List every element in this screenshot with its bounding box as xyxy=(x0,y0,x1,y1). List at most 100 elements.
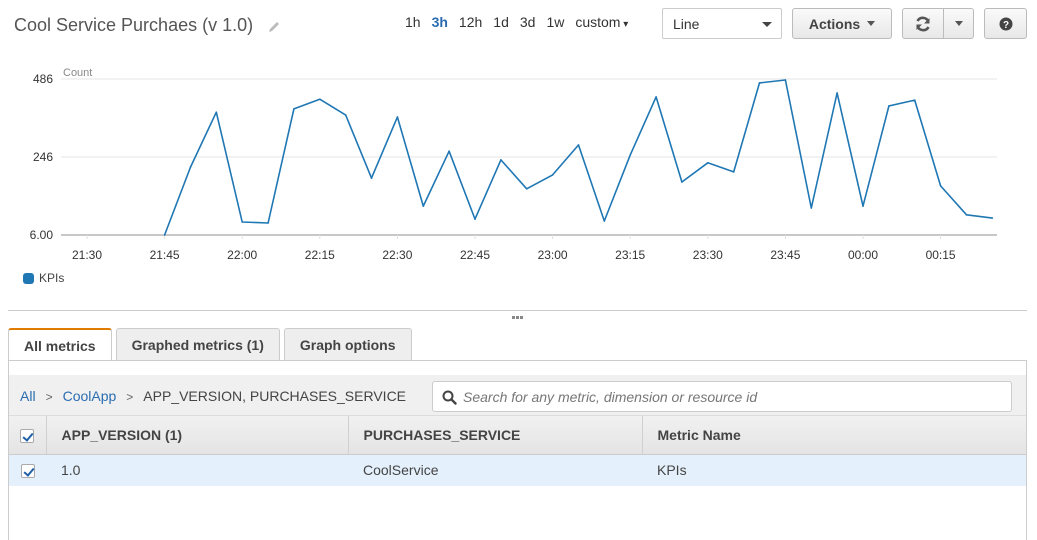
data-point xyxy=(293,108,295,110)
panel-divider xyxy=(8,310,1027,311)
chevron-right-icon: > xyxy=(126,390,134,404)
data-point xyxy=(163,234,166,236)
x-tick-label: 21:30 xyxy=(72,248,102,262)
breadcrumb-bar: All > CoolApp > APP_VERSION, PURCHASES_SERVI… xyxy=(9,375,1026,416)
resize-handle[interactable] xyxy=(512,316,524,319)
all-metrics-panel: All > CoolApp > APP_VERSION, PURCHASES_SERVI… xyxy=(8,360,1027,540)
data-point xyxy=(267,222,269,224)
search-input[interactable] xyxy=(461,386,1001,408)
legend-label: KPIs xyxy=(39,271,65,285)
select-all-checkbox[interactable] xyxy=(20,428,35,443)
range-3d[interactable]: 3d xyxy=(520,14,536,30)
x-tick-label: 22:00 xyxy=(227,248,257,262)
data-point xyxy=(448,150,450,152)
actions-label: Actions xyxy=(808,15,861,32)
range-3h[interactable]: 3h xyxy=(432,14,448,30)
cell-metric-name: KPIs xyxy=(642,454,1026,486)
row-select-cell xyxy=(9,454,46,486)
breadcrumb-current: APP_VERSION, PURCHASES_SERVICE xyxy=(143,388,407,404)
breadcrumb-namespace[interactable]: CoolApp xyxy=(63,388,117,404)
x-tick-label: 22:15 xyxy=(305,248,335,262)
data-point xyxy=(655,96,657,98)
caret-down-icon xyxy=(954,21,963,26)
chart-type-value: Line xyxy=(673,16,700,32)
data-point xyxy=(241,221,243,223)
chart-type-select[interactable]: Line xyxy=(662,8,782,39)
refresh-button[interactable] xyxy=(902,8,944,39)
data-point xyxy=(370,177,373,179)
data-point xyxy=(758,82,761,84)
refresh-options-button[interactable] xyxy=(943,8,974,39)
range-1h[interactable]: 1h xyxy=(405,14,421,30)
actions-button[interactable]: Actions xyxy=(792,8,892,39)
y-axis-label: Count xyxy=(63,67,92,79)
data-point xyxy=(500,159,502,161)
range-1w[interactable]: 1w xyxy=(546,14,564,30)
data-point xyxy=(189,166,192,168)
cell-purchases-service: CoolService xyxy=(348,454,642,486)
data-point xyxy=(707,162,709,164)
data-point xyxy=(939,185,942,187)
data-point xyxy=(681,181,683,183)
column-header-app-version[interactable]: APP_VERSION (1) xyxy=(46,416,349,455)
chevron-right-icon: > xyxy=(45,390,53,404)
x-tick-label: 23:45 xyxy=(770,248,800,262)
data-point xyxy=(862,205,864,207)
breadcrumb: All > CoolApp > APP_VERSION, PURCHASES_SERVI… xyxy=(20,388,406,404)
data-point xyxy=(991,217,994,219)
tab-all-metrics[interactable]: All metrics xyxy=(8,328,112,361)
svg-text:?: ? xyxy=(1002,20,1008,31)
tab-graph-options[interactable]: Graph options xyxy=(283,328,412,360)
breadcrumb-all[interactable]: All xyxy=(20,388,36,404)
data-point xyxy=(603,220,606,222)
data-point xyxy=(784,79,787,81)
caret-down-icon xyxy=(867,21,876,26)
row-checkbox[interactable] xyxy=(20,464,35,479)
select-all-cell xyxy=(9,416,47,455)
data-point xyxy=(577,144,580,146)
range-1d[interactable]: 1d xyxy=(493,14,509,30)
cell-app-version: 1.0 xyxy=(46,454,348,486)
data-point xyxy=(836,92,838,94)
data-point xyxy=(629,154,631,156)
data-point xyxy=(525,188,528,190)
chart-legend[interactable]: KPIs xyxy=(23,271,64,285)
table-header-row: APP_VERSION (1) PURCHASES_SERVICE Metric… xyxy=(9,416,1026,455)
y-tick-label: 6.00 xyxy=(30,228,54,242)
y-tick-label: 486 xyxy=(33,72,53,86)
data-point xyxy=(888,105,890,107)
metric-search[interactable] xyxy=(432,381,1012,412)
dashboard-title: Cool Service Purchaes (v 1.0) xyxy=(14,15,254,35)
refresh-icon xyxy=(916,16,930,31)
x-tick-label: 00:15 xyxy=(926,248,956,262)
x-tick-label: 23:00 xyxy=(538,248,568,262)
data-point xyxy=(344,114,347,116)
metrics-tabs: All metrics Graphed metrics (1) Graph op… xyxy=(8,328,416,361)
data-point xyxy=(551,174,554,176)
range-custom[interactable]: custom xyxy=(575,14,628,30)
legend-swatch xyxy=(23,272,34,284)
help-icon: ? xyxy=(999,17,1012,31)
pencil-icon[interactable] xyxy=(267,20,281,34)
column-header-purchases-service[interactable]: PURCHASES_SERVICE xyxy=(348,416,643,455)
data-point xyxy=(319,98,321,100)
line-chart: 6.00 246 486 Count 21:30 21:45 22:00 22:15 22:30… xyxy=(30,67,997,262)
x-tick-label: 00:00 xyxy=(848,248,878,262)
tab-graphed-metrics[interactable]: Graphed metrics (1) xyxy=(115,328,280,360)
x-tick-label: 22:30 xyxy=(382,248,412,262)
help-button[interactable]: ? xyxy=(984,8,1027,39)
data-point xyxy=(215,111,218,113)
time-range-selector: 1h 3h 12h 1d 3d 1w custom xyxy=(405,14,639,30)
data-point xyxy=(732,171,735,173)
data-point xyxy=(474,218,476,220)
data-point xyxy=(965,214,968,216)
data-point xyxy=(913,99,916,101)
x-tick-label: 23:30 xyxy=(693,248,723,262)
table-row[interactable]: 1.0 CoolService KPIs xyxy=(9,454,1026,486)
y-tick-label: 246 xyxy=(33,150,53,164)
column-header-metric-name[interactable]: Metric Name xyxy=(642,416,1026,455)
x-tick-label: 21:45 xyxy=(150,248,180,262)
range-12h[interactable]: 12h xyxy=(459,14,482,30)
search-icon xyxy=(442,390,457,405)
metrics-table: APP_VERSION (1) PURCHASES_SERVICE Metric… xyxy=(9,416,1026,486)
